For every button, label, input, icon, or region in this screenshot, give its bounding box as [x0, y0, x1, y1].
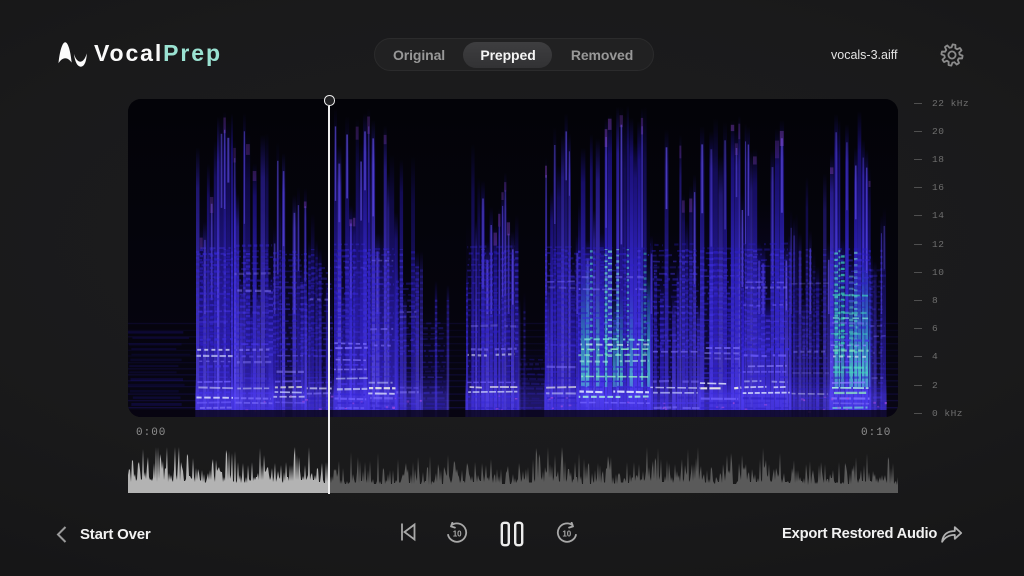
svg-text:10: 10: [562, 530, 571, 539]
svg-text:10: 10: [453, 530, 462, 539]
